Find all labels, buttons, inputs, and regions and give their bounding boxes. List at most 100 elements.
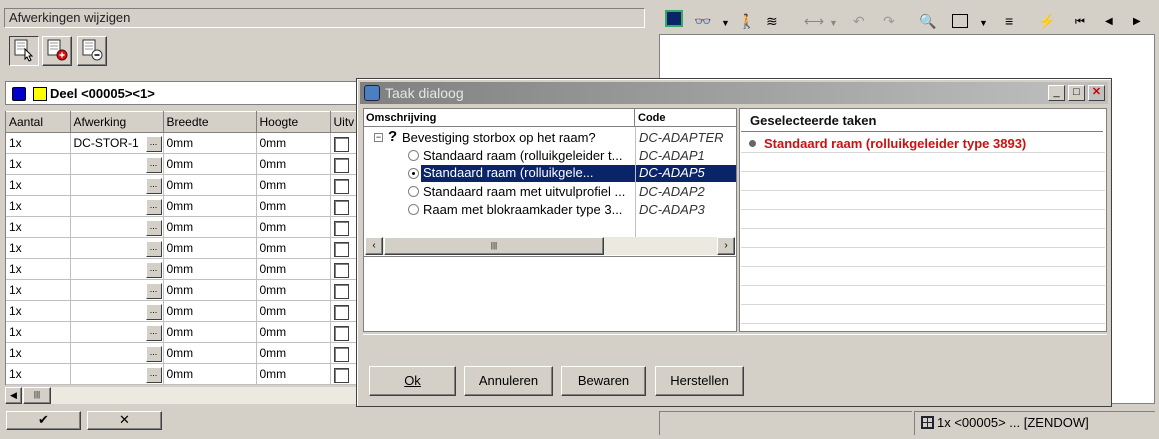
tree-item-option-1[interactable]: Standaard raam (rolluikgeleider t... DC-… (364, 147, 736, 165)
cell-afwerking[interactable]: ... (70, 300, 164, 322)
cell-afwerking[interactable]: ... (70, 321, 164, 343)
first-icon[interactable]: ⏮ (1075, 14, 1085, 30)
previous-icon[interactable]: ◀ (1105, 14, 1113, 30)
dropdown-arrow-icon-3[interactable]: ▼ (979, 15, 988, 31)
viewer-window-icon[interactable] (665, 10, 683, 27)
person-icon[interactable]: 🚶 (738, 13, 755, 29)
ok-button[interactable]: Ok (369, 366, 456, 396)
uitv-checkbox[interactable] (333, 262, 349, 278)
ellipsis-button[interactable]: ... (145, 178, 162, 194)
tree-item-option-selected[interactable]: Standaard raam (rolluikgele... DC-ADAP5 (364, 165, 736, 183)
table-row[interactable]: 1x... 0mm 0mm (6, 258, 357, 280)
table-row[interactable]: 1x... 0mm 0mm (6, 153, 357, 175)
scroll-left-arrow-icon[interactable]: ◀ (5, 387, 22, 404)
uitv-checkbox[interactable] (333, 283, 349, 299)
next-icon[interactable]: ▶ (1133, 14, 1141, 30)
column-header-uitv[interactable]: Uitv (330, 111, 357, 133)
cell-hoogte[interactable]: 0mm (256, 321, 331, 343)
bewaren-button[interactable]: Bewaren (561, 366, 646, 396)
scroll-thumb[interactable]: ||| (23, 387, 51, 404)
select-tool-button[interactable] (9, 36, 39, 66)
ellipsis-button[interactable]: ... (145, 262, 162, 278)
scroll-right-arrow-icon[interactable]: › (717, 237, 735, 255)
minimize-icon[interactable]: _ (1048, 85, 1065, 101)
ellipsis-button[interactable]: ... (145, 283, 162, 299)
herstellen-button[interactable]: Herstellen (655, 366, 744, 396)
cell-hoogte[interactable]: 0mm (256, 279, 331, 301)
cell-aantal[interactable]: 1x (6, 258, 71, 280)
cell-hoogte[interactable]: 0mm (256, 300, 331, 322)
table-row[interactable]: 1x... 0mm 0mm (6, 363, 357, 385)
table-row[interactable]: 1x... 0mm 0mm (6, 195, 357, 217)
ellipsis-button[interactable]: ... (145, 136, 162, 152)
cell-breedte[interactable]: 0mm (163, 153, 257, 175)
cell-breedte[interactable]: 0mm (163, 195, 257, 217)
cell-aantal[interactable]: 1x (6, 363, 71, 385)
uitv-checkbox[interactable] (333, 178, 349, 194)
cell-hoogte[interactable]: 0mm (256, 216, 331, 238)
ellipsis-button[interactable]: ... (145, 346, 162, 362)
ellipsis-button[interactable]: ... (145, 157, 162, 173)
radio-icon[interactable] (408, 204, 419, 215)
cell-aantal[interactable]: 1x (6, 300, 71, 322)
cell-breedte[interactable]: 0mm (163, 174, 257, 196)
radio-selected-icon[interactable] (408, 168, 419, 179)
cell-aantal[interactable]: 1x (6, 237, 71, 259)
cell-breedte[interactable]: 0mm (163, 300, 257, 322)
tree-item-option-3[interactable]: Raam met blokraamkader type 3... DC-ADAP… (364, 201, 736, 219)
column-header-hoogte[interactable]: Hoogte (256, 111, 331, 133)
uitv-checkbox[interactable] (333, 220, 349, 236)
cell-breedte[interactable]: 0mm (163, 363, 257, 385)
cell-breedte[interactable]: 0mm (163, 216, 257, 238)
scroll-left-arrow-icon[interactable]: ‹ (365, 237, 383, 255)
dropdown-arrow-icon[interactable]: ▼ (721, 15, 730, 31)
table-row[interactable]: 1x... 0mm 0mm (6, 216, 357, 238)
table-row[interactable]: 1x... 0mm 0mm (6, 342, 357, 364)
tree-item-question[interactable]: − ? Bevestiging storbox op het raam? DC-… (364, 128, 736, 147)
column-header-aantal[interactable]: Aantal (6, 111, 71, 133)
cell-hoogte[interactable]: 0mm (256, 342, 331, 364)
undo-icon[interactable]: ↶ (853, 13, 865, 29)
cell-afwerking[interactable]: ... (70, 174, 164, 196)
ellipsis-button[interactable]: ... (145, 220, 162, 236)
ellipsis-button[interactable]: ... (145, 241, 162, 257)
radio-icon[interactable] (408, 150, 419, 161)
uitv-checkbox[interactable] (333, 346, 349, 362)
cell-aantal[interactable]: 1x (6, 279, 71, 301)
remove-finish-button[interactable] (77, 36, 107, 66)
cell-aantal[interactable]: 1x (6, 216, 71, 238)
column-header-breedte[interactable]: Breedte (163, 111, 257, 133)
cell-breedte[interactable]: 0mm (163, 321, 257, 343)
cell-hoogte[interactable]: 0mm (256, 195, 331, 217)
cell-afwerking[interactable]: ... (70, 237, 164, 259)
cell-aantal[interactable]: 1x (6, 153, 71, 175)
cell-afwerking[interactable]: ... (70, 258, 164, 280)
cell-afwerking[interactable]: DC-STOR-1... (70, 132, 164, 154)
cell-aantal[interactable]: 1x (6, 321, 71, 343)
cell-breedte[interactable]: 0mm (163, 258, 257, 280)
dropdown-arrow-icon-2[interactable]: ▼ (829, 15, 838, 31)
collapse-icon[interactable]: − (374, 133, 383, 142)
cell-afwerking[interactable]: ... (70, 216, 164, 238)
cell-aantal[interactable]: 1x (6, 195, 71, 217)
table-row[interactable]: 1x... 0mm 0mm (6, 300, 357, 322)
cell-hoogte[interactable]: 0mm (256, 153, 331, 175)
cell-breedte[interactable]: 0mm (163, 342, 257, 364)
column-header-code[interactable]: Code (635, 109, 736, 127)
cell-hoogte[interactable]: 0mm (256, 363, 331, 385)
add-finish-button[interactable] (42, 36, 72, 66)
cancel-button[interactable]: ✕ (87, 411, 162, 430)
uitv-checkbox[interactable] (333, 304, 349, 320)
dimension-icon[interactable]: ⟷ (804, 13, 824, 29)
ellipsis-button[interactable]: ... (145, 199, 162, 215)
cell-afwerking[interactable]: ... (70, 153, 164, 175)
frame-icon[interactable] (952, 14, 968, 28)
uitv-checkbox[interactable] (333, 241, 349, 257)
table-row[interactable]: 1x... 0mm 0mm (6, 321, 357, 343)
uitv-checkbox[interactable] (333, 367, 349, 383)
cell-aantal[interactable]: 1x (6, 132, 71, 154)
ellipsis-button[interactable]: ... (145, 367, 162, 383)
ellipsis-button[interactable]: ... (145, 304, 162, 320)
align-left-icon[interactable]: ≡ (1005, 13, 1013, 29)
dialog-title-bar[interactable]: Taak dialoog _ □ ✕ (360, 82, 1108, 104)
